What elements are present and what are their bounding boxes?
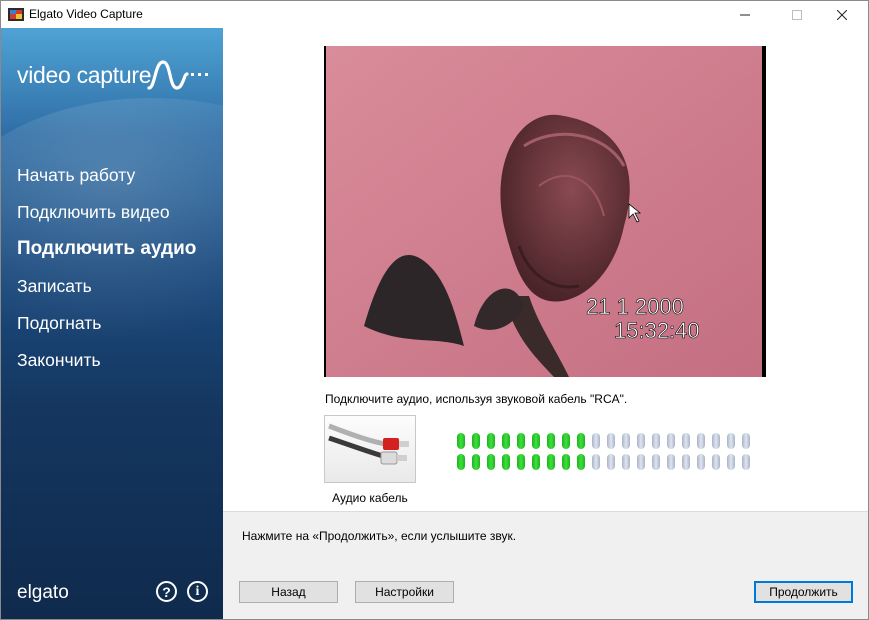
- meter-led: [592, 454, 600, 470]
- meter-led: [532, 454, 540, 470]
- meter-led: [502, 433, 510, 449]
- meter-led: [667, 454, 675, 470]
- rca-cable-icon: [328, 423, 409, 465]
- title-bar[interactable]: Elgato Video Capture: [1, 1, 868, 28]
- meter-led: [547, 433, 555, 449]
- app-window: Elgato Video Capture video capture Начат…: [0, 0, 869, 620]
- audio-level-meter: [457, 433, 750, 475]
- meter-led: [712, 433, 720, 449]
- nav-item-record[interactable]: Записать: [17, 276, 196, 313]
- nav-item-connect-audio[interactable]: Подключить аудио: [17, 239, 196, 276]
- meter-led: [517, 433, 525, 449]
- meter-led: [517, 454, 525, 470]
- app-icon: [8, 8, 24, 21]
- meter-led: [532, 433, 540, 449]
- meter-led: [592, 433, 600, 449]
- continue-button[interactable]: Продолжить: [754, 581, 853, 603]
- meter-led: [622, 433, 630, 449]
- meter-led: [562, 454, 570, 470]
- meter-led: [742, 433, 750, 449]
- minimize-icon: [740, 14, 750, 15]
- audio-cable-label: Аудио кабель: [332, 491, 408, 505]
- meter-led: [472, 454, 480, 470]
- close-icon: [837, 9, 847, 20]
- settings-button[interactable]: Настройки: [355, 581, 454, 603]
- meter-led: [712, 454, 720, 470]
- meter-led: [487, 433, 495, 449]
- meter-led: [457, 454, 465, 470]
- back-button[interactable]: Назад: [239, 581, 338, 603]
- nav-item-connect-video[interactable]: Подключить видео: [17, 202, 196, 239]
- meter-led: [487, 454, 495, 470]
- meter-led: [547, 454, 555, 470]
- help-icon[interactable]: ?: [156, 581, 177, 602]
- close-button[interactable]: [819, 1, 865, 28]
- meter-row-left: [457, 433, 750, 449]
- meter-led: [697, 454, 705, 470]
- meter-led: [607, 454, 615, 470]
- meter-led: [742, 454, 750, 470]
- meter-led: [727, 454, 735, 470]
- meter-led: [637, 433, 645, 449]
- meter-led: [562, 433, 570, 449]
- meter-led: [697, 433, 705, 449]
- meter-led: [472, 433, 480, 449]
- meter-led: [577, 433, 585, 449]
- nav-item-trim[interactable]: Подогнать: [17, 313, 196, 350]
- minimize-button[interactable]: [722, 1, 768, 28]
- video-frame-image: 21 1 2000 15:32:40: [326, 46, 762, 377]
- meter-led: [637, 454, 645, 470]
- wave-logo-icon: [147, 60, 208, 90]
- meter-led: [727, 433, 735, 449]
- video-time-overlay: 15:32:40: [614, 318, 700, 343]
- meter-led: [667, 433, 675, 449]
- sidebar: video capture Начать работу Подключить в…: [1, 28, 223, 619]
- meter-led: [457, 433, 465, 449]
- meter-led: [682, 454, 690, 470]
- footer-panel: Нажмите на «Продолжить», если услышите з…: [223, 511, 868, 619]
- meter-led: [502, 454, 510, 470]
- maximize-button[interactable]: [774, 1, 820, 28]
- wizard-steps: Начать работу Подключить видео Подключит…: [17, 165, 196, 387]
- meter-led: [577, 454, 585, 470]
- video-preview: 21 1 2000 15:32:40: [324, 46, 766, 377]
- main-content: 21 1 2000 15:32:40 Подключите аудио, исп…: [223, 28, 868, 511]
- maximize-icon: [792, 9, 802, 20]
- nav-item-start[interactable]: Начать работу: [17, 165, 196, 202]
- meter-led: [652, 454, 660, 470]
- meter-led: [682, 433, 690, 449]
- nav-item-finish[interactable]: Закончить: [17, 350, 196, 387]
- audio-instruction: Подключите аудио, используя звуковой каб…: [325, 392, 628, 406]
- footer-hint: Нажмите на «Продолжить», если услышите з…: [242, 529, 517, 543]
- window-title: Elgato Video Capture: [29, 7, 143, 21]
- info-icon[interactable]: i: [187, 581, 208, 602]
- app-logo-text: video capture: [17, 62, 152, 88]
- video-date-overlay: 21 1 2000: [586, 294, 684, 319]
- meter-led: [652, 433, 660, 449]
- elgato-brand: elgato: [17, 582, 69, 603]
- meter-row-right: [457, 454, 750, 470]
- meter-led: [607, 433, 615, 449]
- meter-led: [622, 454, 630, 470]
- audio-cable-button[interactable]: [324, 415, 416, 483]
